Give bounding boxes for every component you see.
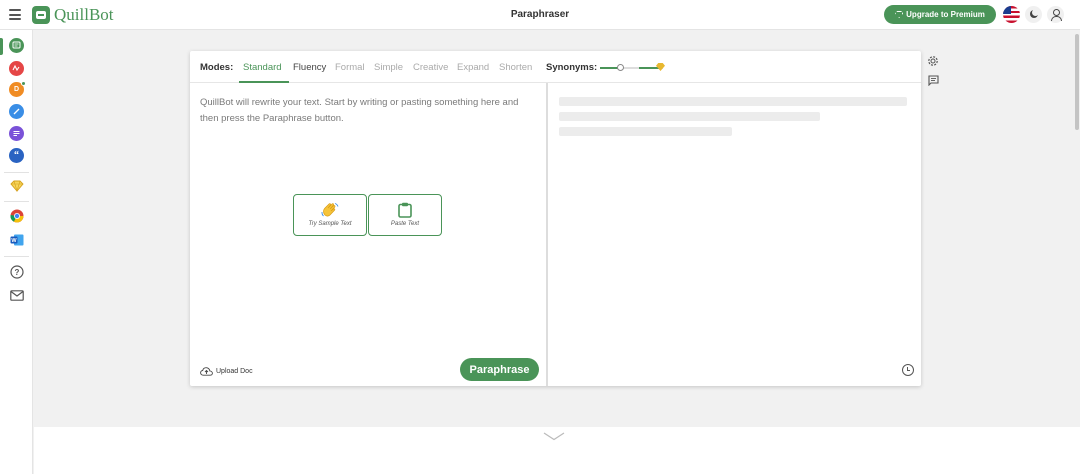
- menu-icon[interactable]: [9, 9, 21, 20]
- mode-simple[interactable]: Simple: [374, 62, 403, 73]
- mode-formal[interactable]: Formal: [335, 62, 365, 73]
- upgrade-button[interactable]: Upgrade to Premium: [884, 5, 996, 24]
- active-mode-underline: [239, 81, 289, 83]
- paste-text-button[interactable]: Paste Text: [368, 194, 442, 236]
- quillbot-logo-icon: [32, 6, 50, 24]
- mode-fluency[interactable]: Fluency: [293, 62, 326, 73]
- grammar-icon[interactable]: [9, 61, 24, 76]
- us-flag-icon[interactable]: [1003, 6, 1020, 23]
- output-skeleton-line: [559, 127, 732, 136]
- paraphrase-button[interactable]: Paraphrase: [460, 358, 539, 381]
- mode-standard[interactable]: Standard: [243, 62, 282, 73]
- paste-text-label: Paste Text: [390, 221, 420, 227]
- waving-hand-icon: [321, 203, 339, 217]
- rail-divider: [4, 201, 29, 202]
- paraphraser-card: Modes: Standard Fluency Formal Simple Cr…: [190, 51, 921, 386]
- try-sample-button[interactable]: Try Sample Text: [293, 194, 367, 236]
- mail-icon[interactable]: [9, 288, 24, 303]
- summarizer-icon[interactable]: [9, 126, 24, 141]
- new-badge: [21, 81, 26, 86]
- try-sample-label: Try Sample Text: [308, 221, 352, 227]
- comment-icon[interactable]: [928, 75, 939, 86]
- upload-doc-label: Upload Doc: [216, 367, 253, 375]
- synonyms-slider-thumb[interactable]: [617, 64, 624, 71]
- chevron-down-icon[interactable]: [543, 432, 565, 441]
- ai-detector-icon[interactable]: D: [9, 81, 26, 97]
- rail-divider: [4, 172, 29, 173]
- mode-expand[interactable]: Expand: [457, 62, 489, 73]
- premium-gem-icon: [656, 63, 665, 71]
- modes-bar: Modes: Standard Fluency Formal Simple Cr…: [190, 51, 921, 83]
- clipboard-icon: [398, 202, 412, 218]
- tool-sidebar: D “ W ?: [0, 30, 33, 474]
- gem-icon: [895, 11, 904, 18]
- help-icon[interactable]: ?: [9, 264, 24, 279]
- dark-mode-icon[interactable]: [1025, 6, 1042, 23]
- pen-icon[interactable]: [9, 104, 24, 119]
- modes-label: Modes:: [200, 62, 234, 73]
- svg-text:W: W: [11, 238, 17, 244]
- synonyms-slider-premium-fill: [639, 67, 659, 69]
- output-skeleton-line: [559, 112, 820, 121]
- gem-icon[interactable]: [9, 178, 24, 193]
- mode-shorten[interactable]: Shorten: [499, 62, 532, 73]
- page-scrollbar[interactable]: [1075, 34, 1079, 130]
- input-placeholder[interactable]: QuillBot will rewrite your text. Start b…: [200, 95, 535, 127]
- upgrade-label: Upgrade to Premium: [906, 10, 985, 19]
- top-bar: QuillBot Paraphraser Upgrade to Premium: [0, 0, 1080, 30]
- synonyms-label: Synonyms:: [546, 62, 598, 73]
- history-icon[interactable]: [902, 364, 914, 376]
- svg-text:?: ?: [14, 268, 19, 277]
- synonyms-slider-fill: [600, 67, 618, 69]
- gear-icon[interactable]: [927, 55, 939, 67]
- active-indicator: [0, 38, 3, 55]
- chrome-icon[interactable]: [9, 208, 24, 223]
- panel-divider[interactable]: [546, 83, 548, 386]
- mode-creative[interactable]: Creative: [413, 62, 448, 73]
- output-skeleton-line: [559, 97, 907, 106]
- word-icon[interactable]: W: [9, 232, 24, 247]
- paraphraser-icon[interactable]: [9, 38, 24, 53]
- cloud-upload-icon: [200, 366, 213, 376]
- quote-icon[interactable]: “: [9, 148, 24, 163]
- user-icon[interactable]: [1047, 6, 1064, 23]
- rail-divider: [4, 256, 29, 257]
- logo[interactable]: QuillBot: [32, 5, 114, 25]
- upload-doc-button[interactable]: Upload Doc: [200, 365, 253, 377]
- logo-text: QuillBot: [54, 5, 114, 24]
